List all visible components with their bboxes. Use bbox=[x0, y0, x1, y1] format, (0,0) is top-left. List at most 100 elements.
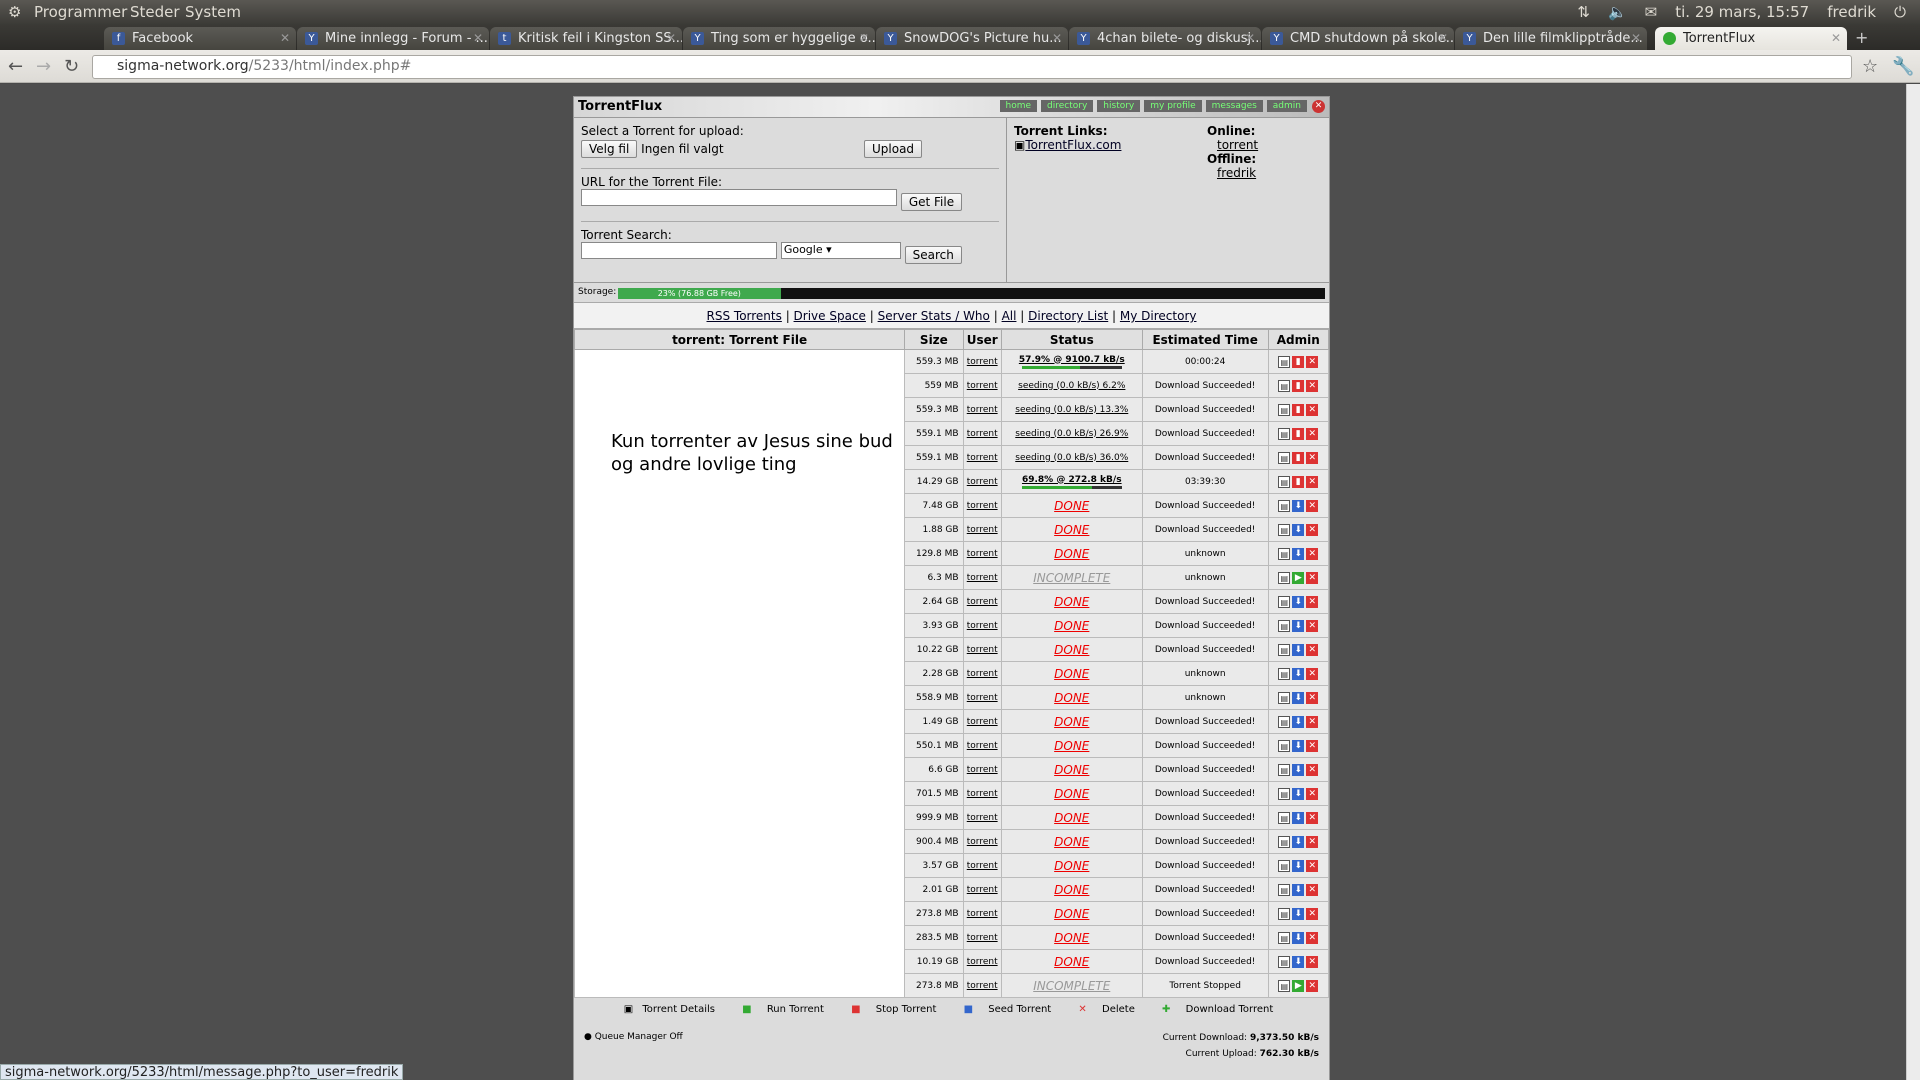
close-icon[interactable]: ✕ bbox=[1245, 31, 1255, 45]
nav-home[interactable]: home bbox=[999, 100, 1038, 112]
my-directory-link[interactable]: My Directory bbox=[1120, 309, 1197, 323]
user-link[interactable]: torrent bbox=[962, 733, 1002, 758]
seed-torrent-icon[interactable]: ⬇ bbox=[1292, 643, 1305, 656]
user-link[interactable]: torrent bbox=[962, 901, 1002, 926]
seed-torrent-icon[interactable]: ⬇ bbox=[1292, 715, 1305, 728]
user-link[interactable]: torrent bbox=[962, 565, 1002, 590]
seed-torrent-icon[interactable]: ⬇ bbox=[1292, 499, 1305, 512]
user-link[interactable]: torrent bbox=[962, 637, 1002, 662]
delete-icon[interactable]: ✕ bbox=[1306, 499, 1319, 512]
offline-user[interactable]: fredrik bbox=[1207, 166, 1258, 180]
done-status[interactable]: DONE bbox=[1054, 811, 1089, 825]
stop-torrent-icon[interactable]: ▮ bbox=[1292, 379, 1305, 392]
seed-torrent-icon[interactable]: ⬇ bbox=[1292, 811, 1305, 824]
torrent-details-icon[interactable]: ▤ bbox=[1278, 715, 1291, 728]
col-file[interactable]: torrent: Torrent File bbox=[573, 329, 906, 350]
run-torrent-icon[interactable]: ▶ bbox=[1292, 571, 1305, 584]
nav-admin[interactable]: admin bbox=[1266, 100, 1307, 112]
done-status[interactable]: DONE bbox=[1054, 859, 1089, 873]
done-status[interactable]: DONE bbox=[1054, 835, 1089, 849]
incomplete-status[interactable]: INCOMPLETE bbox=[1033, 571, 1110, 585]
close-icon[interactable]: ✕ bbox=[1831, 31, 1841, 45]
user-link[interactable]: torrent bbox=[962, 445, 1002, 470]
seed-torrent-icon[interactable]: ⬇ bbox=[1292, 547, 1305, 560]
close-icon[interactable]: ✕ bbox=[473, 31, 483, 45]
clock[interactable]: ti. 29 mars, 15:57 bbox=[1675, 3, 1809, 21]
delete-icon[interactable]: ✕ bbox=[1306, 523, 1319, 536]
seeding-status[interactable]: seeding (0.0 kB/s) 36.0% bbox=[1015, 453, 1128, 463]
user-link[interactable]: torrent bbox=[962, 469, 1002, 494]
seed-torrent-icon[interactable]: ⬇ bbox=[1292, 763, 1305, 776]
user-link[interactable]: torrent bbox=[962, 925, 1002, 950]
torrent-details-icon[interactable]: ▤ bbox=[1278, 619, 1291, 632]
torrent-details-icon[interactable]: ▤ bbox=[1278, 739, 1291, 752]
seed-torrent-icon[interactable]: ⬇ bbox=[1292, 955, 1305, 968]
done-status[interactable]: DONE bbox=[1054, 595, 1089, 609]
close-icon[interactable]: ✕ bbox=[1052, 31, 1062, 45]
delete-icon[interactable]: ✕ bbox=[1306, 931, 1319, 944]
user-link[interactable]: torrent bbox=[962, 949, 1002, 974]
delete-icon[interactable]: ✕ bbox=[1306, 691, 1319, 704]
delete-icon[interactable]: ✕ bbox=[1306, 811, 1319, 824]
server-stats-link[interactable]: Server Stats / Who bbox=[878, 309, 990, 323]
seed-torrent-icon[interactable]: ⬇ bbox=[1292, 667, 1305, 680]
done-status[interactable]: DONE bbox=[1054, 691, 1089, 705]
torrent-details-icon[interactable]: ▤ bbox=[1278, 931, 1291, 944]
volume-icon[interactable]: 🔈 bbox=[1608, 3, 1627, 21]
torrent-details-icon[interactable]: ▤ bbox=[1278, 787, 1291, 800]
incomplete-status[interactable]: INCOMPLETE bbox=[1033, 979, 1110, 993]
nav-my-profile[interactable]: my profile bbox=[1144, 100, 1202, 112]
delete-icon[interactable]: ✕ bbox=[1306, 763, 1319, 776]
delete-icon[interactable]: ✕ bbox=[1306, 547, 1319, 560]
user-link[interactable]: torrent bbox=[962, 589, 1002, 614]
nav-directory[interactable]: directory bbox=[1041, 100, 1094, 112]
upload-button[interactable]: Upload bbox=[864, 140, 923, 158]
mail-icon[interactable]: ✉ bbox=[1645, 3, 1658, 21]
delete-icon[interactable]: ✕ bbox=[1306, 715, 1319, 728]
torrent-details-icon[interactable]: ▤ bbox=[1278, 427, 1291, 440]
seed-torrent-icon[interactable]: ⬇ bbox=[1292, 931, 1305, 944]
done-status[interactable]: DONE bbox=[1054, 739, 1089, 753]
seed-torrent-icon[interactable]: ⬇ bbox=[1292, 523, 1305, 536]
tab-ting[interactable]: Y Ting som er hyggelige o... ✕ bbox=[683, 27, 875, 50]
tab-forum[interactable]: Y Mine innlegg - Forum - ... ✕ bbox=[297, 27, 489, 50]
user-link[interactable]: torrent bbox=[962, 397, 1002, 422]
torrent-details-icon[interactable]: ▤ bbox=[1278, 451, 1291, 464]
seed-torrent-icon[interactable]: ⬇ bbox=[1292, 739, 1305, 752]
address-bar[interactable]: sigma-network.org/5233/html/index.php# bbox=[92, 55, 1852, 79]
stop-torrent-icon[interactable]: ▮ bbox=[1292, 355, 1305, 368]
stop-torrent-icon[interactable]: ▮ bbox=[1292, 427, 1305, 440]
user-link[interactable]: torrent bbox=[962, 781, 1002, 806]
seed-torrent-icon[interactable]: ⬇ bbox=[1292, 883, 1305, 896]
done-status[interactable]: DONE bbox=[1054, 955, 1089, 969]
user-link[interactable]: torrent bbox=[962, 877, 1002, 902]
torrent-details-icon[interactable]: ▤ bbox=[1278, 811, 1291, 824]
done-status[interactable]: DONE bbox=[1054, 715, 1089, 729]
logout-icon[interactable]: ✕ bbox=[1312, 100, 1325, 113]
stop-torrent-icon[interactable]: ▮ bbox=[1292, 403, 1305, 416]
forward-icon[interactable]: → bbox=[36, 56, 51, 77]
done-status[interactable]: DONE bbox=[1054, 907, 1089, 921]
back-icon[interactable]: ← bbox=[8, 56, 23, 77]
seed-torrent-icon[interactable]: ⬇ bbox=[1292, 907, 1305, 920]
user-link[interactable]: torrent bbox=[962, 541, 1002, 566]
stop-torrent-icon[interactable]: ▮ bbox=[1292, 451, 1305, 464]
close-icon[interactable]: ✕ bbox=[280, 31, 290, 45]
online-user[interactable]: torrent bbox=[1207, 138, 1258, 152]
network-icon[interactable]: ⇅ bbox=[1577, 3, 1590, 21]
tab-kingston[interactable]: t Kritisk feil i Kingston SS... ✕ bbox=[490, 27, 682, 50]
torrent-details-icon[interactable]: ▤ bbox=[1278, 667, 1291, 680]
delete-icon[interactable]: ✕ bbox=[1306, 595, 1319, 608]
done-status[interactable]: DONE bbox=[1054, 931, 1089, 945]
menu-steder[interactable]: Steder bbox=[130, 3, 180, 21]
run-torrent-icon[interactable]: ▶ bbox=[1292, 979, 1305, 992]
nav-messages[interactable]: messages bbox=[1205, 100, 1263, 112]
delete-icon[interactable]: ✕ bbox=[1306, 979, 1319, 992]
torrent-url-input[interactable] bbox=[581, 189, 897, 206]
wrench-icon[interactable]: 🔧 bbox=[1892, 56, 1914, 77]
done-status[interactable]: DONE bbox=[1054, 523, 1089, 537]
ubuntu-logo-icon[interactable]: ⚙ bbox=[8, 3, 21, 21]
torrent-details-icon[interactable]: ▤ bbox=[1278, 499, 1291, 512]
user-link[interactable]: torrent bbox=[962, 853, 1002, 878]
seed-torrent-icon[interactable]: ⬇ bbox=[1292, 787, 1305, 800]
